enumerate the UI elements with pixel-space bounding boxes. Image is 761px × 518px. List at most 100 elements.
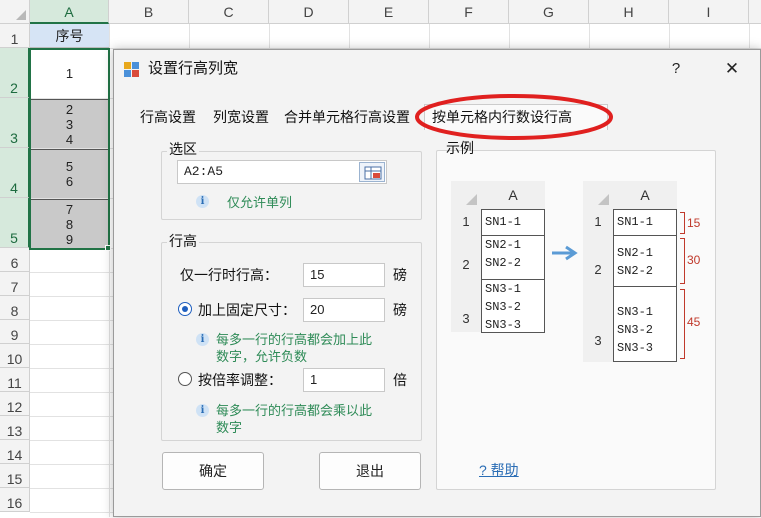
row-header-7[interactable]: 7: [0, 272, 30, 296]
exit-button[interactable]: 退出: [319, 452, 421, 490]
column-header-f[interactable]: F: [429, 0, 509, 24]
example-cell-line: SN3-3: [485, 318, 522, 332]
help-link[interactable]: ? 帮助: [479, 460, 519, 480]
example-after-cell: SN3-1 SN3-2 SN3-3: [613, 286, 677, 362]
arrow-right-icon: [552, 245, 578, 261]
height-value: 30: [687, 253, 701, 267]
example-cell-line: SN3-1: [485, 282, 522, 296]
ratio-input[interactable]: 1: [303, 368, 385, 392]
ratio-unit: 倍: [393, 372, 407, 388]
fixed-size-input[interactable]: 20: [303, 298, 385, 322]
example-cell-line: SN2-2: [617, 264, 654, 278]
set-row-height-dialog: 设置行高列宽 ? ✕ 行高设置 列宽设置 合并单元格行高设置 按单元格内行数设行…: [113, 49, 761, 517]
row-header-14[interactable]: 14: [0, 440, 30, 464]
cell-a1[interactable]: 序号: [30, 24, 109, 48]
tab-row-height[interactable]: 行高设置: [140, 106, 196, 128]
ok-button[interactable]: 确定: [162, 452, 264, 490]
example-cell-line: SN3-1: [617, 305, 654, 319]
example-cell-line: SN3-2: [617, 323, 654, 337]
column-header-b[interactable]: B: [109, 0, 189, 24]
example-cell-line: SN2-1: [485, 238, 522, 252]
column-header-d[interactable]: D: [269, 0, 349, 24]
ratio-hint-line1: 每多一行的行高都会乘以此: [216, 403, 373, 418]
fixed-size-hint-line1: 每多一行的行高都会加上此: [216, 332, 373, 347]
example-before-col-header: A: [481, 181, 545, 209]
row-header-6[interactable]: 6: [0, 248, 30, 272]
column-header-c[interactable]: C: [189, 0, 269, 24]
range-picker-button[interactable]: [359, 162, 385, 182]
example-after-cell: SN1-1: [613, 209, 677, 236]
help-button[interactable]: ?: [666, 58, 686, 80]
example-after-corner: [583, 181, 613, 209]
fixed-size-unit: 磅: [393, 302, 407, 318]
column-header-j[interactable]: [749, 0, 761, 24]
ratio-radio[interactable]: [178, 372, 192, 386]
info-icon: i: [196, 404, 209, 417]
row-header-4[interactable]: 4: [0, 148, 30, 198]
app-icon: [123, 61, 140, 78]
example-before-cell: SN2-1 SN2-2: [481, 235, 545, 280]
height-brace: [680, 212, 685, 234]
column-header-g[interactable]: G: [509, 0, 589, 24]
example-after-cell: SN2-1 SN2-2: [613, 235, 677, 287]
row-header-12[interactable]: 12: [0, 392, 30, 416]
row-header-2[interactable]: 2: [0, 48, 30, 98]
example-cell-line: SN1-1: [485, 215, 522, 229]
example-before-cell: SN3-1 SN3-2 SN3-3: [481, 279, 545, 333]
row-header-13[interactable]: 13: [0, 416, 30, 440]
ratio-label: 按倍率调整：: [198, 372, 282, 388]
example-after-col-header: A: [613, 181, 677, 209]
height-brace: [680, 238, 685, 284]
tab-column-width[interactable]: 列宽设置: [213, 106, 269, 128]
info-icon: i: [196, 333, 209, 346]
column-header-h[interactable]: H: [589, 0, 669, 24]
column-header-a[interactable]: A: [30, 0, 109, 24]
height-value: 15: [687, 216, 701, 230]
example-after-row-num: 3: [583, 286, 613, 362]
highlight-oval: [415, 94, 613, 140]
single-line-height-label: 仅一行时行高：: [180, 267, 278, 283]
column-header-e[interactable]: E: [349, 0, 429, 24]
height-value: 45: [687, 315, 701, 329]
example-before-row-num: 3: [451, 279, 481, 332]
dialog-title: 设置行高列宽: [148, 60, 239, 77]
row-header-10[interactable]: 10: [0, 344, 30, 368]
tab-merged-row-height[interactable]: 合并单元格行高设置: [284, 106, 410, 128]
example-cell-line: SN2-2: [485, 256, 522, 270]
example-cell-line: SN1-1: [617, 215, 654, 229]
info-icon: i: [196, 195, 209, 208]
range-picker-icon: [364, 166, 382, 180]
column-header-i[interactable]: I: [669, 0, 749, 24]
example-cell-line: SN3-3: [617, 341, 654, 355]
row-height-group-label: 行高: [167, 231, 199, 251]
select-all-corner[interactable]: [0, 0, 30, 24]
example-after-row-num: 2: [583, 235, 613, 286]
row-header-3[interactable]: 3: [0, 98, 30, 148]
row-header-15[interactable]: 15: [0, 464, 30, 488]
selection-hint: 仅允许单列: [227, 195, 293, 210]
example-label: 示例: [446, 140, 474, 156]
fill-handle[interactable]: [105, 245, 111, 251]
fixed-size-label: 加上固定尺寸：: [198, 302, 296, 318]
row-header-5[interactable]: 5: [0, 198, 30, 248]
selection-border: [29, 48, 110, 250]
row-header-1[interactable]: 1: [0, 24, 30, 48]
row-header-11[interactable]: 11: [0, 368, 30, 392]
row-header-8[interactable]: 8: [0, 296, 30, 320]
example-cell-line: SN2-1: [617, 246, 654, 260]
example-before-cell: SN1-1: [481, 209, 545, 236]
close-button[interactable]: ✕: [720, 57, 744, 81]
fixed-size-hint-line2: 数字，允许负数: [216, 349, 308, 364]
ratio-hint-line2: 数字: [216, 420, 243, 435]
example-before-corner: [451, 181, 481, 209]
single-line-height-unit: 磅: [393, 267, 407, 283]
fixed-size-radio[interactable]: [178, 302, 192, 316]
range-input[interactable]: A2:A5: [177, 160, 387, 184]
example-before-row-num: 1: [451, 209, 481, 235]
row-header-16[interactable]: 16: [0, 488, 30, 512]
height-brace: [680, 289, 685, 359]
example-after-row-num: 1: [583, 209, 613, 235]
single-line-height-input[interactable]: 15: [303, 263, 385, 287]
row-header-9[interactable]: 9: [0, 320, 30, 344]
example-cell-line: SN3-2: [485, 300, 522, 314]
